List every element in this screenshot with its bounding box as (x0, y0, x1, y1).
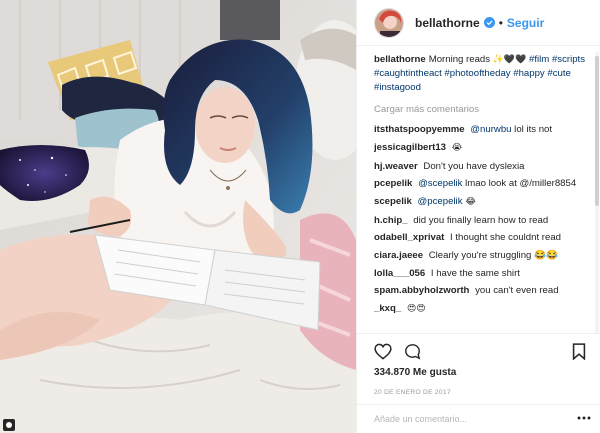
comment-item: jessicagilbert13 😭 (374, 141, 596, 155)
post-photo-image (0, 0, 356, 433)
comment-username[interactable]: ciara.jaeee (374, 250, 426, 261)
comment-username[interactable]: pcepelik (374, 178, 415, 189)
heart-icon[interactable] (374, 343, 392, 360)
comment-username[interactable]: _kxq_ (374, 303, 404, 314)
comment-text: did you finally learn how to read (413, 214, 549, 226)
caption-text: Morning reads (428, 54, 493, 65)
comment-item: spam.abbyholzworth you can't even read (374, 284, 596, 297)
comment-username[interactable]: itsthatspoopyemme (374, 124, 467, 135)
comment-username[interactable]: spam.abbyholzworth (374, 285, 472, 296)
comment-item: ciara.jaeee Clearly you're struggling 😂😂 (374, 249, 596, 262)
hashtag-link[interactable]: #happy (513, 68, 544, 79)
comment-text: Clearly you're struggling 😂😂 (428, 250, 558, 261)
header-username[interactable]: bellathorne (415, 16, 480, 30)
scrollbar-thumb[interactable] (595, 56, 599, 206)
comment-item: lolla___056 I have the same shirt (374, 267, 596, 280)
caption-username[interactable]: bellathorne (374, 54, 426, 65)
hashtag-link[interactable]: #photooftheday (444, 68, 510, 79)
comment-text: I have the same shirt (430, 267, 520, 279)
comment-text: I thought she couldnt read (450, 232, 561, 244)
caption-emoji: ✨🖤🖤 (492, 55, 527, 65)
more-options-icon[interactable] (577, 416, 591, 420)
load-more-comments-link[interactable]: Cargar más comentarios (374, 103, 596, 116)
comment-username[interactable]: hj.weaver (374, 161, 420, 172)
comment-item: _kxq_ 😍😍 (374, 302, 596, 316)
hashtag-link[interactable]: #film (529, 54, 549, 65)
comment-username[interactable]: scepelik (374, 196, 415, 207)
bookmark-icon[interactable] (572, 343, 586, 360)
comment-mention[interactable]: @scepelik (418, 178, 462, 189)
comment-item: scepelik @pcepelik 😂 (374, 195, 596, 209)
comment-text: 😭 (451, 142, 463, 153)
comment-username[interactable]: h.chip_ (374, 215, 410, 226)
comment-text: 😂 (462, 196, 476, 207)
verified-badge-icon (483, 17, 495, 28)
comments-scrollbar[interactable] (595, 52, 599, 334)
header-separator: • (498, 15, 503, 30)
comment-mention[interactable]: @pcepelik (418, 196, 463, 207)
post-caption: bellathorne Morning reads ✨🖤🖤 #film #scri… (374, 53, 596, 94)
comment-item: hj.weaver Don't you have dyslexia (374, 160, 596, 173)
comment-text: you can't even read (475, 285, 559, 297)
comment-username[interactable]: odabell_xprivat (374, 232, 447, 243)
comment-text: lmao look at @/miller8854 (462, 178, 577, 190)
hashtag-link[interactable]: #cute (547, 68, 570, 79)
post-actions (357, 333, 600, 370)
hashtag-link[interactable]: #caughtintheact (374, 68, 442, 79)
comment-item: pcepelik @scepelik lmao look at @/miller… (374, 177, 596, 190)
post-date: 20 DE ENERO DE 2017 (374, 389, 451, 396)
comment-text: lol its not (511, 124, 553, 136)
comment-text: 😍😍 (406, 304, 426, 315)
post-side-panel: bellathorne • Seguir bellathorne Morning … (356, 0, 600, 433)
comment-username[interactable]: jessicagilbert13 (374, 142, 449, 153)
follow-button[interactable]: Seguir (507, 16, 544, 30)
comment-username[interactable]: lolla___056 (374, 268, 428, 279)
avatar[interactable] (374, 7, 404, 38)
add-comment-bar (357, 404, 600, 433)
post-header: bellathorne • Seguir (357, 0, 600, 46)
post-photo[interactable] (0, 0, 356, 433)
comment-item: h.chip_ did you finally learn how to rea… (374, 214, 596, 227)
comment-text: Don't you have dyslexia (423, 160, 525, 172)
hashtag-link[interactable]: #instagood (374, 82, 421, 93)
comment-input[interactable] (374, 414, 564, 424)
comment-mention[interactable]: @nurwbu (470, 124, 511, 135)
comments-list[interactable]: bellathorne Morning reads ✨🖤🖤 #film #scri… (374, 53, 596, 333)
likes-count[interactable]: 334.870 Me gusta (374, 367, 456, 378)
comment-bubble-icon[interactable] (404, 343, 421, 360)
comment-item: itsthatspoopyemme @nurwbu lol its not (374, 123, 596, 136)
hashtag-link[interactable]: #scripts (552, 54, 585, 65)
comment-item: odabell_xprivat I thought she couldnt re… (374, 231, 596, 244)
